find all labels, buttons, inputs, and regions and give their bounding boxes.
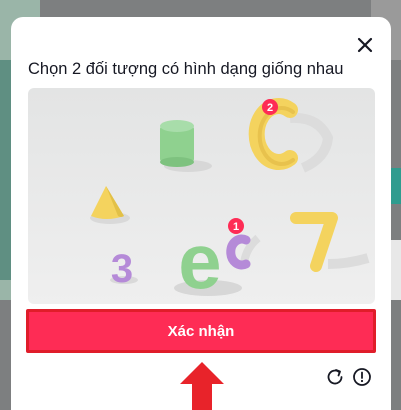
- up-arrow-annotation-icon: [180, 362, 224, 410]
- svg-text:1: 1: [233, 221, 239, 233]
- svg-text:3: 3: [111, 247, 133, 291]
- info-icon[interactable]: [351, 366, 373, 388]
- svg-text:e: e: [178, 217, 221, 304]
- captcha-title: Chọn 2 đối tượng có hình dạng giống nhau: [28, 60, 344, 78]
- confirm-button[interactable]: Xác nhận: [26, 309, 376, 353]
- refresh-icon[interactable]: [324, 366, 346, 388]
- selection-badge-2: 2: [262, 99, 278, 115]
- svg-text:2: 2: [267, 102, 273, 114]
- selection-badge-1: 1: [228, 218, 244, 234]
- close-icon[interactable]: [351, 31, 379, 59]
- puzzle-image[interactable]: 2 1 e 3: [28, 88, 375, 304]
